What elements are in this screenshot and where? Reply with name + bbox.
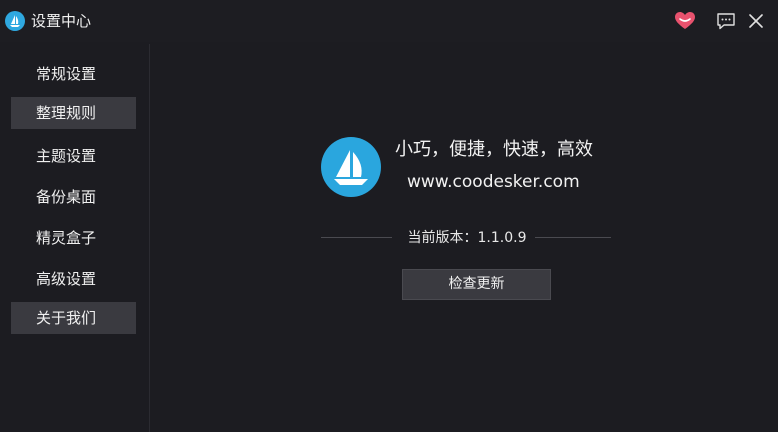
check-update-button[interactable]: 检查更新	[402, 269, 551, 300]
window-title: 设置中心	[31, 12, 92, 30]
sidebar-item-sprite-box[interactable]: 精灵盒子	[11, 222, 136, 254]
sailboat-icon	[5, 11, 25, 31]
sidebar-item-advanced[interactable]: 高级设置	[11, 263, 136, 295]
version-label: 当前版本：1.1.0.9	[407, 230, 527, 246]
title-bar: 设置中心	[0, 0, 778, 42]
heart-icon[interactable]	[674, 10, 696, 32]
close-icon[interactable]	[745, 10, 767, 32]
website-link[interactable]: www.coodesker.com	[407, 170, 580, 194]
sidebar-item-rules[interactable]: 整理规则	[11, 97, 136, 129]
sidebar-item-backup[interactable]: 备份桌面	[11, 181, 136, 213]
sailboat-logo-icon	[321, 137, 381, 197]
divider-right	[535, 237, 611, 238]
settings-sidebar: 常规设置 整理规则 主题设置 备份桌面 精灵盒子 高级设置 关于我们	[0, 44, 150, 432]
slogan-text: 小巧，便捷，快速，高效	[395, 139, 593, 160]
sidebar-item-theme[interactable]: 主题设置	[11, 140, 136, 172]
divider-left	[321, 237, 392, 238]
chat-icon[interactable]	[715, 10, 737, 32]
about-panel: 小巧，便捷，快速，高效 www.coodesker.com 当前版本：1.1.0…	[150, 44, 778, 432]
sidebar-item-about[interactable]: 关于我们	[11, 302, 136, 334]
sidebar-item-general[interactable]: 常规设置	[11, 58, 136, 90]
